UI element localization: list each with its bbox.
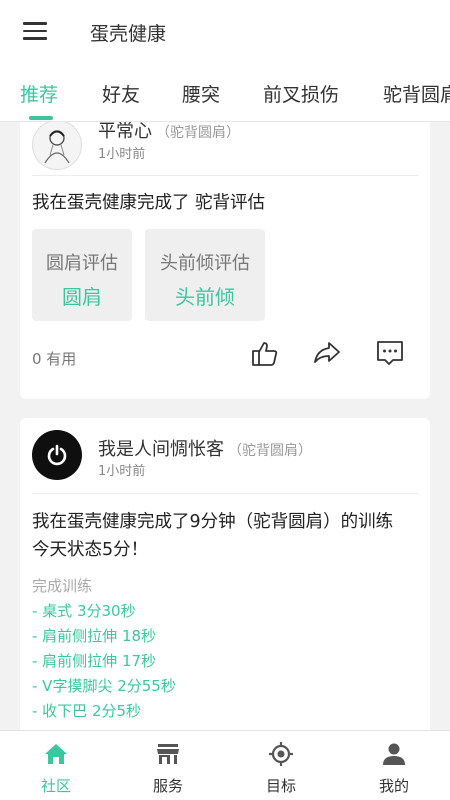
post-card[interactable]: 平常心 （驼背圆肩） 1小时前 我在蛋壳健康完成了 驼背评估 圆肩评估 圆肩 头前… [20, 122, 430, 399]
post-text: 我在蛋壳健康完成了9分钟（驼背圆肩）的训练 今天状态5分！ [32, 512, 394, 560]
bottom-nav: 社区 服务 目标 我的 [0, 730, 450, 800]
training-item: - V字摸脚尖 2分55秒 [32, 677, 176, 695]
post-tag: （驼背圆肩） [156, 125, 240, 141]
post-username[interactable]: 我是人间惆怅客 （驼背圆肩） [98, 435, 312, 461]
post-time: 1小时前 [98, 147, 146, 162]
evaluation-card-head[interactable]: 头前倾评估 头前倾 [145, 229, 265, 321]
useful-count: 0 有用 [32, 350, 77, 368]
person-icon [383, 743, 405, 765]
sketch-portrait-icon [44, 130, 70, 164]
tab-recommend[interactable]: 推荐 [20, 80, 58, 107]
target-icon [269, 742, 293, 766]
divider [32, 493, 418, 494]
tab-active-indicator [29, 116, 53, 120]
nav-service[interactable]: 服务 [112, 731, 224, 800]
post-username[interactable]: 平常心 （驼背圆肩） [98, 122, 240, 143]
app-title: 蛋壳健康 [90, 23, 167, 45]
feed[interactable]: 平常心 （驼背圆肩） 1小时前 我在蛋壳健康完成了 驼背评估 圆肩评估 圆肩 头前… [0, 122, 450, 730]
divider [32, 175, 418, 176]
training-item: - 收下巴 2分5秒 [32, 702, 142, 720]
tab-lumbar[interactable]: 腰突 [182, 80, 220, 107]
post-text: 我在蛋壳健康完成了 驼背评估 [32, 193, 266, 213]
post-tag: （驼背圆肩） [228, 443, 312, 459]
nav-goal[interactable]: 目标 [225, 731, 337, 800]
training-item: - 肩前侧拉伸 18秒 [32, 627, 157, 645]
training-item: - 肩前侧拉伸 17秒 [32, 652, 157, 670]
power-icon [47, 444, 67, 466]
tab-friends[interactable]: 好友 [102, 80, 140, 107]
post-card[interactable]: 我是人间惆怅客 （驼背圆肩） 1小时前 我在蛋壳健康完成了9分钟（驼背圆肩）的训练… [20, 418, 430, 730]
comment-icon[interactable] [375, 338, 405, 368]
training-item: - 桌式 3分30秒 [32, 602, 136, 620]
menu-icon[interactable] [23, 22, 47, 40]
store-icon [157, 744, 179, 764]
app-bar: 蛋壳健康 [0, 0, 450, 64]
post-time: 1小时前 [98, 464, 146, 479]
section-label: 完成训练 [32, 577, 93, 595]
avatar[interactable] [32, 122, 82, 170]
nav-community[interactable]: 社区 [0, 731, 112, 800]
evaluation-card-shoulder[interactable]: 圆肩评估 圆肩 [32, 229, 132, 321]
avatar[interactable] [32, 430, 82, 480]
share-icon[interactable] [312, 338, 342, 368]
nav-mine[interactable]: 我的 [338, 731, 450, 800]
thumbs-up-icon[interactable] [250, 338, 280, 368]
home-icon [45, 744, 67, 764]
tab-hunchback[interactable]: 驼背圆肩 [383, 80, 450, 107]
category-tabs: 推荐 好友 腰突 前叉损伤 驼背圆肩 [0, 64, 450, 122]
tab-acl-injury[interactable]: 前叉损伤 [263, 80, 339, 107]
